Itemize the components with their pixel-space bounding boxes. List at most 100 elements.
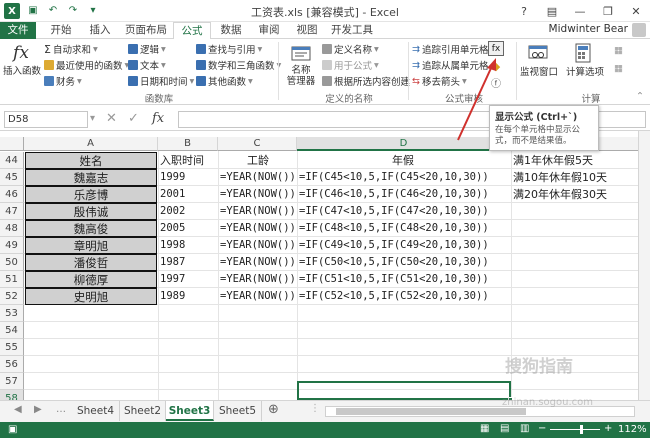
datetime-button[interactable]: 日期和时间 ▾ <box>128 74 194 88</box>
hire-year-cell[interactable]: 1998 <box>160 237 185 254</box>
autosum-button[interactable]: Σ 自动求和 ▾ <box>44 42 98 57</box>
hire-year-cell[interactable]: 1987 <box>160 254 185 271</box>
name-box-dropdown-icon[interactable]: ▾ <box>90 113 95 124</box>
error-checking-icon[interactable]: ◆ <box>488 59 504 74</box>
sheet-tab-sheet2[interactable]: Sheet2 <box>120 401 166 421</box>
recent-functions-button[interactable]: 最近使用的函数 ▾ <box>44 58 129 72</box>
name-cell[interactable]: 魏高俊 <box>25 220 157 237</box>
row-header[interactable]: 50 <box>0 254 24 271</box>
more-functions-button[interactable]: 其他函数 ▾ <box>196 74 253 88</box>
name-cell[interactable]: 魏嘉志 <box>25 169 157 186</box>
page-layout-view-icon[interactable]: ▤ <box>500 423 509 434</box>
tenure-formula-cell[interactable]: =YEAR(NOW()) <box>220 271 296 288</box>
row-header[interactable]: 46 <box>0 186 24 203</box>
name-cell[interactable]: 潘俊哲 <box>25 254 157 271</box>
row-header[interactable]: 52 <box>0 288 24 305</box>
evaluate-formula-icon[interactable]: ⓕ <box>488 75 504 90</box>
name-manager-icon[interactable] <box>290 43 312 63</box>
hire-year-cell[interactable]: 1989 <box>160 288 185 305</box>
trace-precedents-button[interactable]: ⇉ 追踪引用单元格 <box>412 42 488 57</box>
header-tenure-cell[interactable]: 工龄 <box>247 152 269 169</box>
zoom-slider[interactable] <box>550 429 600 430</box>
leave-formula-cell[interactable]: =IF(C45<10,5,IF(C45<20,10,30)) <box>299 169 489 186</box>
column-header-d[interactable]: D <box>297 137 511 151</box>
trace-dependents-button[interactable]: ⇉ 追踪从属单元格 <box>412 58 488 73</box>
name-manager-label[interactable]: 名称 管理器 <box>282 65 320 87</box>
restore-button[interactable]: ❐ <box>594 0 622 22</box>
name-cell[interactable]: 柳德厚 <box>25 271 157 288</box>
name-cell[interactable]: 章明旭 <box>25 237 157 254</box>
hire-year-cell[interactable]: 2002 <box>160 203 185 220</box>
tab-formulas[interactable]: 公式 <box>173 22 211 40</box>
tenure-formula-cell[interactable]: =YEAR(NOW()) <box>220 288 296 305</box>
tenure-formula-cell[interactable]: =YEAR(NOW()) <box>220 220 296 237</box>
calc-options-icon[interactable] <box>572 43 594 63</box>
sheet-more-icon[interactable]: … <box>56 404 66 415</box>
tab-splitter-icon[interactable]: ⋮ <box>310 403 320 414</box>
hire-year-cell[interactable]: 1999 <box>160 169 185 186</box>
name-cell[interactable]: 史明旭 <box>25 288 157 305</box>
tab-developer[interactable]: 开发工具 <box>327 22 377 39</box>
account-name[interactable]: Midwinter Bear <box>549 23 628 35</box>
note-cell[interactable]: 满20年休年假30天 <box>513 186 607 203</box>
sheet-prev-icon[interactable]: ◀ <box>14 404 22 415</box>
name-cell[interactable]: 殷伟诚 <box>25 203 157 220</box>
tab-review[interactable]: 审阅 <box>251 22 287 39</box>
minimize-button[interactable]: — <box>566 0 594 22</box>
leave-formula-cell[interactable]: =IF(C47<10,5,IF(C47<20,10,30)) <box>299 203 489 220</box>
zoom-out-icon[interactable]: − <box>538 423 546 434</box>
tenure-formula-cell[interactable]: =YEAR(NOW()) <box>220 203 296 220</box>
tab-insert[interactable]: 插入 <box>82 22 118 39</box>
logical-button[interactable]: 逻辑 ▾ <box>128 42 166 56</box>
avatar[interactable] <box>632 23 646 37</box>
vertical-scrollbar[interactable] <box>638 131 650 400</box>
name-cell[interactable]: 乐彦博 <box>25 186 157 203</box>
tab-data[interactable]: 数据 <box>213 22 249 39</box>
active-cell-d58[interactable] <box>297 381 513 402</box>
zoom-level[interactable]: 112% <box>618 424 647 435</box>
hire-year-cell[interactable]: 2001 <box>160 186 185 203</box>
cancel-icon[interactable]: ✕ <box>106 111 117 126</box>
calc-now-icon[interactable]: ▦ <box>614 45 623 56</box>
collapse-ribbon-icon[interactable]: ⌃ <box>636 91 644 102</box>
insert-function-label[interactable]: 插入函数 <box>2 66 42 77</box>
leave-formula-cell[interactable]: =IF(C46<10,5,IF(C46<20,10,30)) <box>299 186 489 203</box>
tab-page-layout[interactable]: 页面布局 <box>120 22 172 39</box>
tab-view[interactable]: 视图 <box>289 22 325 39</box>
row-header[interactable]: 48 <box>0 220 24 237</box>
sheet-next-icon[interactable]: ▶ <box>34 404 42 415</box>
note-cell[interactable]: 满1年休年假5天 <box>513 152 593 169</box>
row-header[interactable]: 51 <box>0 271 24 288</box>
row-header[interactable]: 49 <box>0 237 24 254</box>
watch-window-label[interactable]: 监视窗口 <box>516 67 562 78</box>
page-break-view-icon[interactable]: ▥ <box>520 423 529 434</box>
row-header[interactable]: 54 <box>0 322 24 339</box>
leave-formula-cell[interactable]: =IF(C51<10,5,IF(C51<20,10,30)) <box>299 271 489 288</box>
insert-function-bar-icon[interactable]: fx <box>152 111 164 126</box>
row-header[interactable]: 57 <box>0 373 24 390</box>
leave-formula-cell[interactable]: =IF(C48<10,5,IF(C48<20,10,30)) <box>299 220 489 237</box>
note-cell[interactable]: 满10年休年假10天 <box>513 169 607 186</box>
row-header[interactable]: 44 <box>0 152 24 169</box>
tab-file[interactable]: 文件 <box>0 22 36 39</box>
tenure-formula-cell[interactable]: =YEAR(NOW()) <box>220 186 296 203</box>
sheet-tab-sheet3[interactable]: Sheet3 <box>166 401 214 421</box>
row-header[interactable]: 56 <box>0 356 24 373</box>
normal-view-icon[interactable]: ▦ <box>480 423 489 434</box>
leave-formula-cell[interactable]: =IF(C50<10,5,IF(C50<20,10,30)) <box>299 254 489 271</box>
leave-formula-cell[interactable]: =IF(C52<10,5,IF(C52<20,10,30)) <box>299 288 489 305</box>
use-in-formula-button[interactable]: 用于公式 ▾ <box>322 58 379 72</box>
name-box[interactable]: D58 <box>4 111 88 128</box>
financial-button[interactable]: 财务 ▾ <box>44 74 82 88</box>
lookup-button[interactable]: 查找与引用 ▾ <box>196 42 262 56</box>
tenure-formula-cell[interactable]: =YEAR(NOW()) <box>220 254 296 271</box>
sheet-tab-sheet5[interactable]: Sheet5 <box>214 401 262 421</box>
header-hire-cell[interactable]: 入职时间 <box>160 152 204 169</box>
tenure-formula-cell[interactable]: =YEAR(NOW()) <box>220 237 296 254</box>
column-header-b[interactable]: B <box>158 137 218 151</box>
header-name-cell[interactable]: 姓名 <box>25 152 157 169</box>
leave-formula-cell[interactable]: =IF(C49<10,5,IF(C49<20,10,30)) <box>299 237 489 254</box>
ribbon-display-icon[interactable]: ▤ <box>538 0 566 22</box>
hire-year-cell[interactable]: 1997 <box>160 271 185 288</box>
calc-sheet-icon[interactable]: ▦ <box>614 63 623 74</box>
